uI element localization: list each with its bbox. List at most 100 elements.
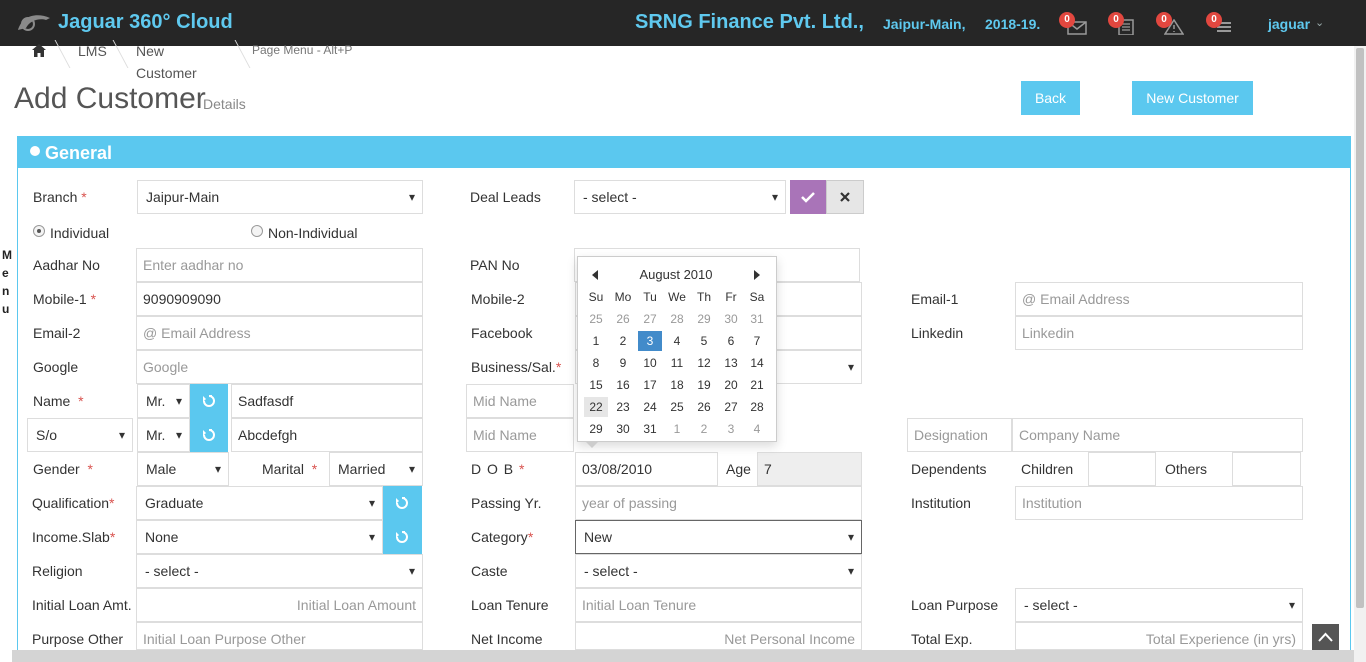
institution-input[interactable]: Institution [1015, 486, 1303, 520]
designation-input[interactable]: Designation [907, 418, 1012, 452]
branch-select[interactable]: Jaipur-Main [137, 180, 423, 214]
purpose-other-input[interactable]: Initial Loan Purpose Other [136, 622, 423, 650]
calendar-day[interactable]: 7 [745, 331, 769, 351]
category-select[interactable]: New [575, 520, 862, 554]
calendar-day[interactable]: 13 [719, 353, 743, 373]
calendar-day[interactable]: 4 [745, 419, 769, 439]
calendar-day[interactable]: 12 [692, 353, 716, 373]
calendar-day[interactable]: 9 [611, 353, 635, 373]
home-icon[interactable] [32, 44, 46, 57]
calendar-day[interactable]: 29 [584, 419, 608, 439]
refresh-relation-button[interactable] [190, 418, 228, 452]
calendar-day[interactable]: 8 [584, 353, 608, 373]
next-month-icon[interactable] [754, 270, 760, 280]
individual-radio[interactable] [33, 225, 45, 237]
calendar-day[interactable]: 3 [638, 331, 662, 351]
initial-loan-input[interactable]: Initial Loan Amount [136, 588, 423, 622]
calendar-day[interactable]: 2 [611, 331, 635, 351]
stack-notification[interactable]: 0 [1206, 12, 1236, 38]
calendar-day[interactable]: 16 [611, 375, 635, 395]
google-input[interactable]: Google [136, 350, 423, 384]
relation-type-select[interactable]: S/o [27, 418, 133, 452]
document-notification[interactable]: 0 [1108, 12, 1138, 38]
mobile1-input[interactable]: 9090909090 [136, 282, 423, 316]
non-individual-radio[interactable] [251, 225, 263, 237]
relation-title-select[interactable]: Mr. [137, 418, 190, 452]
collapse-icon[interactable] [30, 146, 40, 156]
deal-leads-select[interactable]: - select - [574, 180, 786, 214]
calendar-day[interactable]: 31 [638, 419, 662, 439]
loan-tenure-input[interactable]: Initial Loan Tenure [575, 588, 862, 622]
breadcrumb-lms[interactable]: LMS [78, 40, 107, 68]
passing-year-input[interactable]: year of passing [575, 486, 862, 520]
calendar-day[interactable]: 22 [584, 397, 608, 417]
aadhar-input[interactable]: Enter aadhar no [136, 248, 423, 282]
calendar-day[interactable]: 29 [692, 309, 716, 329]
breadcrumb-new-customer[interactable]: New Customer [136, 40, 197, 81]
calendar-day[interactable]: 30 [611, 419, 635, 439]
calendar-day[interactable]: 6 [719, 331, 743, 351]
calendar-day[interactable]: 31 [745, 309, 769, 329]
relation-mid-name-input[interactable]: Mid Name [466, 418, 574, 452]
children-input[interactable] [1088, 452, 1156, 486]
income-slab-select[interactable]: None [136, 520, 383, 554]
confirm-deal-button[interactable] [790, 180, 826, 214]
clear-deal-button[interactable] [826, 180, 864, 214]
gender-select[interactable]: Male [137, 452, 229, 486]
total-exp-input[interactable]: Total Experience (in yrs) [1015, 622, 1303, 650]
loan-purpose-select[interactable]: - select - [1015, 588, 1303, 622]
chevron-down-icon[interactable]: ⌄ [1315, 16, 1324, 29]
refresh-income-button[interactable] [383, 520, 422, 554]
calendar-day[interactable]: 1 [584, 331, 608, 351]
calendar-day[interactable]: 19 [692, 375, 716, 395]
warning-notification[interactable]: 0 [1156, 12, 1186, 38]
mail-notification[interactable]: 0 [1059, 12, 1089, 38]
refresh-qualification-button[interactable] [383, 486, 422, 520]
calendar-day[interactable]: 17 [638, 375, 662, 395]
others-input[interactable] [1232, 452, 1301, 486]
calendar-day[interactable]: 27 [638, 309, 662, 329]
calendar-day[interactable]: 5 [692, 331, 716, 351]
calendar-day[interactable]: 28 [745, 397, 769, 417]
new-customer-button[interactable]: New Customer [1132, 81, 1253, 115]
scroll-to-top-button[interactable] [1312, 624, 1339, 650]
date-picker-month[interactable]: August 2010 [578, 267, 774, 282]
marital-select[interactable]: Married [329, 452, 423, 486]
back-button[interactable]: Back [1021, 81, 1080, 115]
user-menu[interactable]: jaguar [1268, 16, 1310, 32]
linkedin-input[interactable]: Linkedin [1015, 316, 1303, 350]
calendar-day[interactable]: 26 [611, 309, 635, 329]
mid-name-input[interactable]: Mid Name [466, 384, 574, 418]
dob-input[interactable]: 03/08/2010 [575, 452, 718, 486]
email2-input[interactable]: @ Email Address [136, 316, 423, 350]
general-panel-header[interactable]: General [17, 136, 1351, 168]
caste-select[interactable]: - select - [575, 554, 862, 588]
calendar-day[interactable]: 23 [611, 397, 635, 417]
relation-name-input[interactable]: Abcdefgh [231, 418, 423, 452]
non-individual-label[interactable]: Non-Individual [268, 225, 358, 241]
calendar-day[interactable]: 3 [719, 419, 743, 439]
calendar-day[interactable]: 25 [665, 397, 689, 417]
calendar-day[interactable]: 26 [692, 397, 716, 417]
calendar-day[interactable]: 30 [719, 309, 743, 329]
email1-input[interactable]: @ Email Address [1015, 282, 1303, 316]
calendar-day[interactable]: 21 [745, 375, 769, 395]
calendar-day[interactable]: 4 [665, 331, 689, 351]
name-title-select[interactable]: Mr. [137, 384, 190, 418]
calendar-day[interactable]: 20 [719, 375, 743, 395]
calendar-day[interactable]: 1 [665, 419, 689, 439]
calendar-day[interactable]: 18 [665, 375, 689, 395]
religion-select[interactable]: - select - [136, 554, 423, 588]
vertical-scroll-thumb[interactable] [1356, 48, 1364, 608]
calendar-day[interactable]: 15 [584, 375, 608, 395]
calendar-day[interactable]: 24 [638, 397, 662, 417]
calendar-day[interactable]: 27 [719, 397, 743, 417]
horizontal-scrollbar[interactable] [12, 650, 1354, 662]
calendar-day[interactable]: 14 [745, 353, 769, 373]
side-menu-toggle[interactable]: M e n u [0, 46, 12, 662]
calendar-day[interactable]: 11 [665, 353, 689, 373]
calendar-day[interactable]: 28 [665, 309, 689, 329]
calendar-day[interactable]: 10 [638, 353, 662, 373]
qualification-select[interactable]: Graduate [136, 486, 383, 520]
first-name-input[interactable]: Sadfasdf [231, 384, 423, 418]
